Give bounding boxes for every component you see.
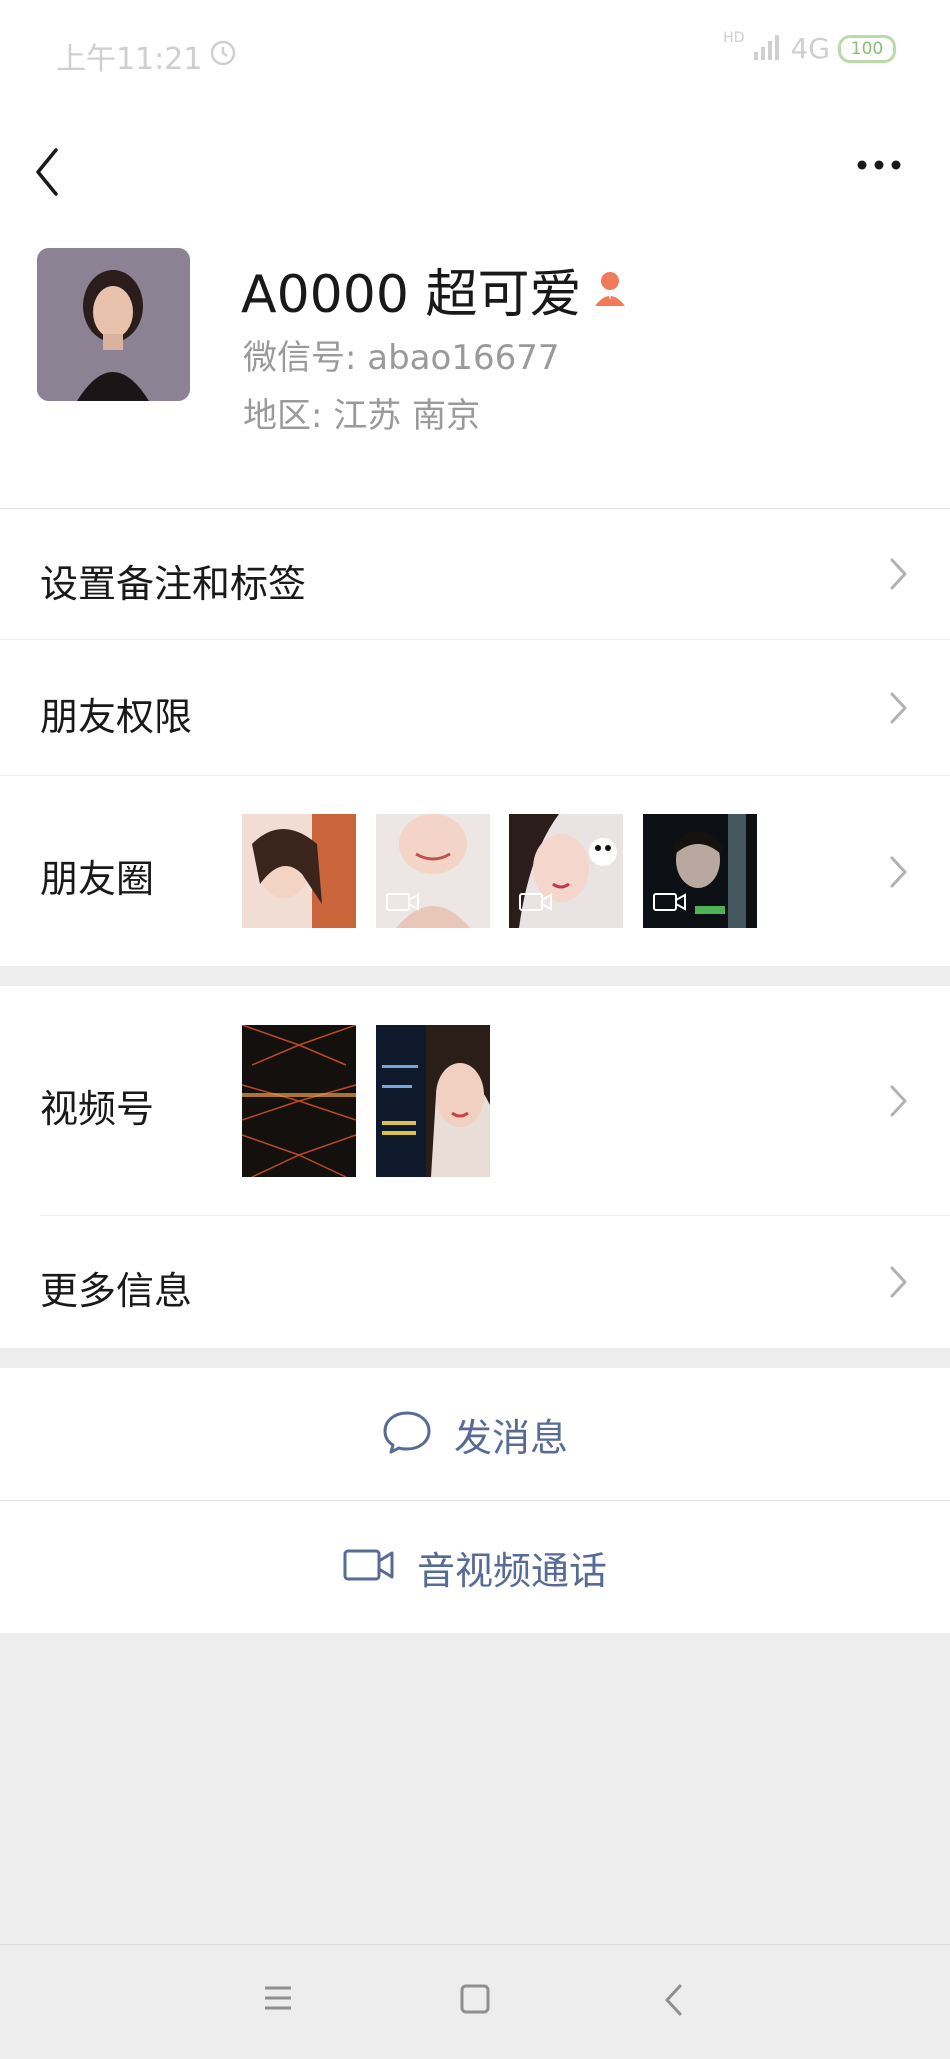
moments-thumbnail <box>643 814 757 928</box>
more-info-row[interactable]: 更多信息 <box>0 1216 950 1348</box>
name-row: A0000 超可爱 <box>241 252 629 327</box>
video-camera-icon <box>343 1548 395 1586</box>
video-camera-icon <box>519 892 553 916</box>
video-camera-icon <box>386 892 420 916</box>
signal-icon <box>752 34 782 64</box>
moments-label: 朋友圈 <box>40 857 155 901</box>
send-message-label: 发消息 <box>453 1415 568 1460</box>
menu-icon[interactable] <box>262 1983 294 2017</box>
video-camera-icon <box>653 892 687 916</box>
status-indicators: HD 4G 100 <box>723 30 896 65</box>
back-triangle-icon[interactable] <box>662 1983 686 2021</box>
channels-row[interactable]: 视频号 <box>0 986 950 1216</box>
send-message-button[interactable]: 发消息 <box>0 1368 950 1500</box>
channels-label: 视频号 <box>40 1087 155 1131</box>
hd-label: HD <box>723 30 745 46</box>
moments-thumbnail <box>242 814 356 928</box>
chevron-right-icon <box>888 1264 910 1300</box>
system-navigation-bar <box>0 1944 950 2059</box>
moments-thumbnail <box>509 814 623 928</box>
video-call-label: 音视频通话 <box>416 1548 607 1593</box>
remark-tags-row[interactable]: 设置备注和标签 <box>0 509 950 639</box>
region: 地区: 江苏 南京 <box>243 396 481 436</box>
home-square-icon[interactable] <box>459 1983 491 2019</box>
chevron-right-icon <box>888 1083 910 1119</box>
wechat-id: 微信号: abao16677 <box>243 338 560 378</box>
friend-permissions-label: 朋友权限 <box>40 695 193 739</box>
moments-thumbnail <box>376 814 490 928</box>
chevron-right-icon <box>888 690 910 726</box>
remark-tags-label: 设置备注和标签 <box>40 562 307 606</box>
alarm-icon <box>208 37 238 71</box>
channels-thumbnail <box>242 1025 356 1177</box>
video-call-button[interactable]: 音视频通话 <box>0 1501 950 1633</box>
back-icon[interactable] <box>26 130 76 200</box>
status-time: 上午11:21 <box>56 42 203 77</box>
navigation-bar <box>0 110 950 230</box>
profile-header: A0000 超可爱 微信号: abao16677 地区: 江苏 南京 <box>0 230 950 508</box>
more-info-label: 更多信息 <box>40 1269 193 1313</box>
avatar[interactable] <box>37 248 190 401</box>
chevron-right-icon <box>888 854 910 890</box>
battery-indicator: 100 <box>838 34 896 63</box>
channels-thumbnail <box>376 1025 490 1177</box>
profile-name: A0000 超可爱 <box>241 265 582 325</box>
more-icon[interactable] <box>850 140 910 190</box>
chevron-right-icon <box>888 556 910 592</box>
friend-permissions-row[interactable]: 朋友权限 <box>0 640 950 775</box>
contact-badge-icon <box>591 268 629 312</box>
network-type: 4G <box>790 32 830 65</box>
status-bar: 上午11:21 HD 4G 100 <box>0 0 950 110</box>
moments-row[interactable]: 朋友圈 <box>0 776 950 966</box>
chat-bubble-icon <box>382 1409 432 1459</box>
